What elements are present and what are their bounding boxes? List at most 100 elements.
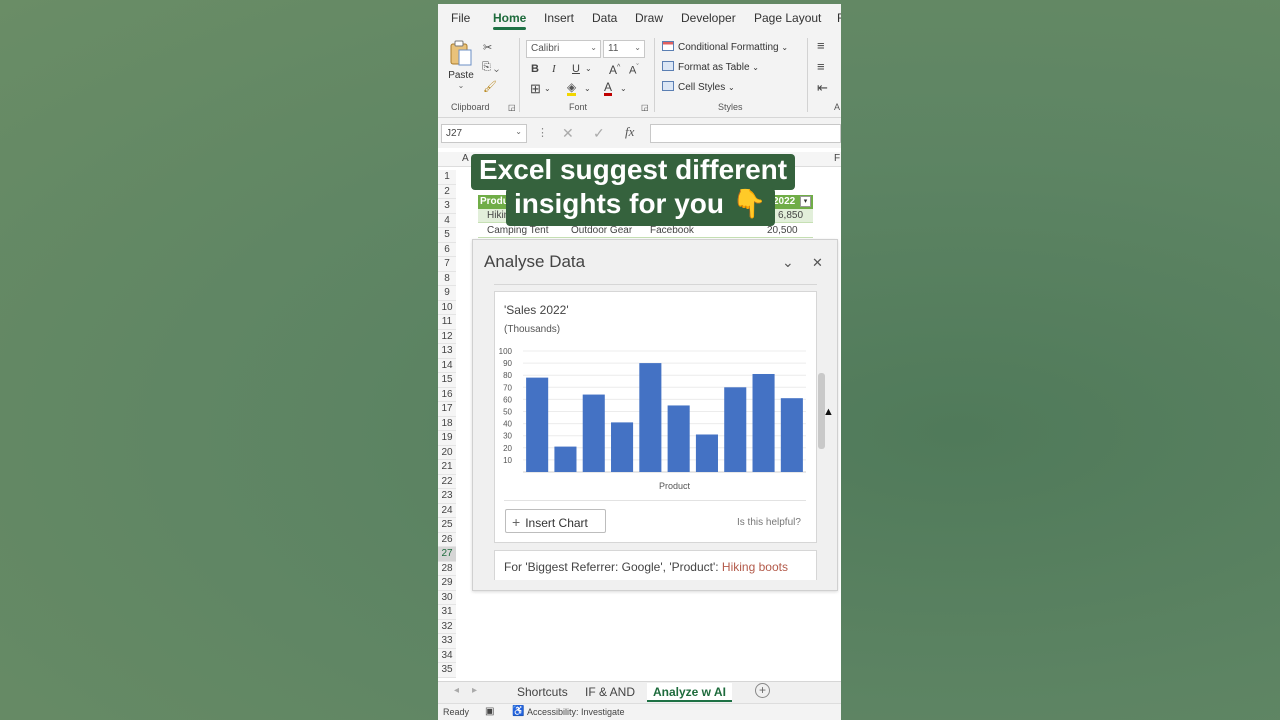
- chevron-down-icon[interactable]: ⌄: [620, 82, 627, 96]
- header-cell-sales[interactable]: 2022: [773, 196, 795, 207]
- row-header[interactable]: 33: [438, 634, 456, 649]
- divider: [504, 500, 806, 501]
- row-header[interactable]: 17: [438, 402, 456, 417]
- tab-data[interactable]: Data: [592, 11, 617, 25]
- row-header[interactable]: 22: [438, 474, 456, 489]
- tab-page-layout[interactable]: Page Layout: [754, 11, 821, 25]
- row-header[interactable]: 15: [438, 373, 456, 388]
- font-name-select[interactable]: Calibri ⌄: [526, 40, 601, 58]
- clipboard-group-label: Clipboard: [451, 102, 490, 112]
- format-as-table-button[interactable]: Format as Table ⌄: [662, 61, 759, 73]
- header-cell-product[interactable]: Produ: [480, 196, 509, 207]
- cell-category[interactable]: Outdoor Gear: [571, 225, 632, 236]
- tab-file[interactable]: File: [451, 11, 470, 25]
- copy-icon[interactable]: ⎘ ⌄: [482, 60, 499, 74]
- row-header[interactable]: 10: [438, 300, 456, 315]
- cell-styles-button[interactable]: Cell Styles ⌄: [662, 81, 735, 93]
- scroll-right-icon[interactable]: ▸: [472, 685, 477, 696]
- add-sheet-icon[interactable]: +: [755, 683, 770, 698]
- macro-record-icon[interactable]: ▣: [485, 706, 494, 717]
- cell-referrer[interactable]: Facebook: [650, 225, 694, 236]
- row-header[interactable]: 19: [438, 431, 456, 446]
- cancel-icon[interactable]: ✕: [562, 125, 574, 142]
- chevron-down-icon[interactable]: ⌄: [544, 82, 551, 96]
- row-header[interactable]: 20: [438, 445, 456, 460]
- borders-icon[interactable]: ⊞: [530, 82, 541, 96]
- bold-button[interactable]: B: [531, 62, 539, 76]
- enter-icon[interactable]: ✓: [593, 125, 605, 142]
- row-header[interactable]: 4: [438, 213, 456, 228]
- row-header[interactable]: 23: [438, 489, 456, 504]
- formula-input[interactable]: [650, 124, 841, 143]
- accessibility-status[interactable]: Accessibility: Investigate: [527, 707, 625, 717]
- fill-color-icon[interactable]: ◈: [567, 81, 577, 96]
- row-header[interactable]: 25: [438, 518, 456, 533]
- row-header[interactable]: 3: [438, 199, 456, 214]
- row-header[interactable]: 13: [438, 344, 456, 359]
- paste-button[interactable]: Paste ⌄: [448, 40, 474, 90]
- row-header[interactable]: 30: [438, 590, 456, 605]
- row-header[interactable]: 8: [438, 271, 456, 286]
- row-header[interactable]: 27: [438, 547, 456, 562]
- sheet-tab-analyze-w-ai[interactable]: Analyze w AI: [647, 683, 732, 702]
- column-f-header[interactable]: F: [834, 153, 840, 164]
- dialog-launcher-icon[interactable]: ◲: [641, 101, 649, 115]
- row-header[interactable]: 18: [438, 416, 456, 431]
- format-painter-icon[interactable]: 🖌: [483, 80, 497, 94]
- conditional-formatting-button[interactable]: Conditional Formatting ⌄: [662, 41, 788, 53]
- cell-sales[interactable]: 6,850: [778, 210, 803, 221]
- row-header[interactable]: 9: [438, 286, 456, 301]
- decrease-font-size-button[interactable]: Aˇ: [629, 61, 639, 78]
- close-icon[interactable]: ✕: [812, 255, 823, 271]
- cell-sales[interactable]: 20,500: [767, 225, 798, 236]
- underline-button[interactable]: U: [572, 62, 580, 76]
- row-header[interactable]: 11: [438, 315, 456, 330]
- column-a-header[interactable]: A: [462, 153, 469, 164]
- font-color-button[interactable]: A: [604, 81, 613, 96]
- sheet-tab-if-and[interactable]: IF & AND: [585, 685, 635, 699]
- row-header[interactable]: 16: [438, 387, 456, 402]
- row-header[interactable]: 21: [438, 460, 456, 475]
- italic-button[interactable]: I: [552, 62, 556, 76]
- chevron-down-icon[interactable]: ⌄: [585, 62, 592, 76]
- chevron-down-icon[interactable]: ⌄: [782, 254, 794, 271]
- name-box[interactable]: J27 ⌄: [441, 124, 527, 143]
- row-header[interactable]: 24: [438, 503, 456, 518]
- align-top-icon[interactable]: ≡: [817, 39, 825, 53]
- row-header[interactable]: 6: [438, 242, 456, 257]
- helpful-link[interactable]: Is this helpful?: [737, 517, 801, 528]
- row-header[interactable]: 12: [438, 329, 456, 344]
- row-header[interactable]: 5: [438, 228, 456, 243]
- insert-function-button[interactable]: fx: [625, 124, 634, 140]
- row-header[interactable]: 31: [438, 605, 456, 620]
- insert-chart-button[interactable]: + Insert Chart: [505, 509, 606, 533]
- row-header[interactable]: 28: [438, 561, 456, 576]
- row-header[interactable]: 26: [438, 532, 456, 547]
- tab-insert[interactable]: Insert: [544, 11, 574, 25]
- font-size-select[interactable]: 11 ⌄: [603, 40, 645, 58]
- row-header[interactable]: 35: [438, 663, 456, 678]
- align-left-icon[interactable]: ≡: [817, 60, 825, 74]
- row-header[interactable]: 14: [438, 358, 456, 373]
- row-header[interactable]: 1: [438, 170, 456, 185]
- increase-font-size-button[interactable]: A^: [609, 61, 620, 77]
- sheet-tab-shortcuts[interactable]: Shortcuts: [517, 685, 568, 699]
- filter-dropdown-icon[interactable]: ▾: [800, 196, 811, 207]
- chevron-down-icon[interactable]: ⌄: [584, 82, 591, 96]
- row-header[interactable]: 32: [438, 619, 456, 634]
- row-header[interactable]: 29: [438, 576, 456, 591]
- row-header[interactable]: 2: [438, 184, 456, 199]
- scroll-left-icon[interactable]: ◂: [454, 685, 459, 696]
- row-header[interactable]: 7: [438, 257, 456, 272]
- tab-home[interactable]: Home: [493, 11, 527, 30]
- cell-product[interactable]: Camping Tent: [487, 225, 549, 236]
- accessibility-icon[interactable]: ♿: [512, 706, 524, 717]
- indent-icon[interactable]: ⇤: [817, 81, 828, 95]
- tab-developer[interactable]: Developer: [681, 11, 736, 25]
- tab-formulas[interactable]: F: [837, 11, 841, 25]
- dialog-launcher-icon[interactable]: ◲: [508, 101, 516, 115]
- cut-icon[interactable]: ✂: [483, 41, 492, 55]
- bar-chart[interactable]: 10 20 30 40 50 60 70 80 90 100 Product: [495, 344, 816, 494]
- tab-draw[interactable]: Draw: [635, 11, 663, 25]
- row-header[interactable]: 34: [438, 648, 456, 663]
